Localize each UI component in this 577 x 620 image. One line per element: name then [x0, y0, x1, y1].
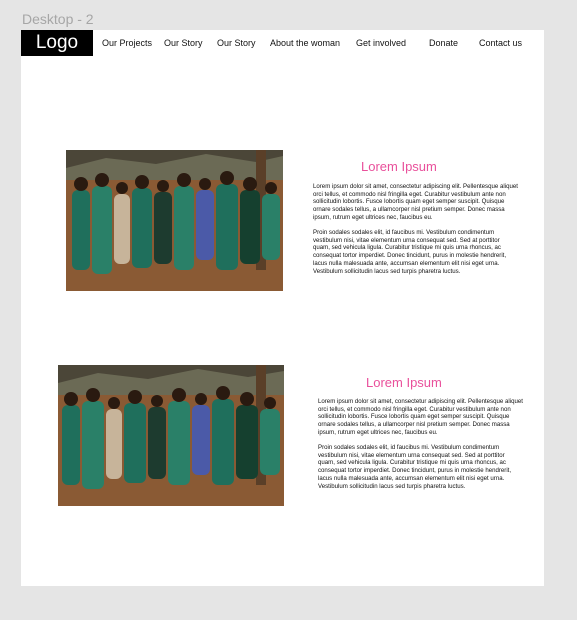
section-paragraph: Proin sodales sodales elit, id faucibus … [313, 229, 507, 275]
nav-item-get-involved[interactable]: Get involved [356, 30, 406, 56]
nav-item-about-the-woman[interactable]: About the woman [270, 30, 340, 56]
logo[interactable]: Logo [21, 30, 93, 56]
section-paragraph: Proin sodales sodales elit, id faucibus … [318, 444, 512, 490]
section-paragraph: Lorem ipsum dolor sit amet, consectetur … [313, 183, 518, 221]
section-paragraph: Lorem ipsum dolor sit amet, consectetur … [318, 398, 523, 436]
nav-item-our-projects[interactable]: Our Projects [102, 30, 152, 56]
section-title: Lorem Ipsum [361, 159, 437, 174]
frame-label: Desktop - 2 [22, 11, 94, 27]
nav-item-our-story-2[interactable]: Our Story [217, 30, 256, 56]
nav-item-contact-us[interactable]: Contact us [479, 30, 522, 56]
section-title: Lorem Ipsum [366, 375, 442, 390]
group-photo [58, 365, 284, 506]
group-photo [66, 150, 283, 291]
nav-item-our-story[interactable]: Our Story [164, 30, 203, 56]
nav-item-donate[interactable]: Donate [429, 30, 458, 56]
page-canvas: Logo Our Projects Our Story Our Story Ab… [21, 30, 544, 586]
